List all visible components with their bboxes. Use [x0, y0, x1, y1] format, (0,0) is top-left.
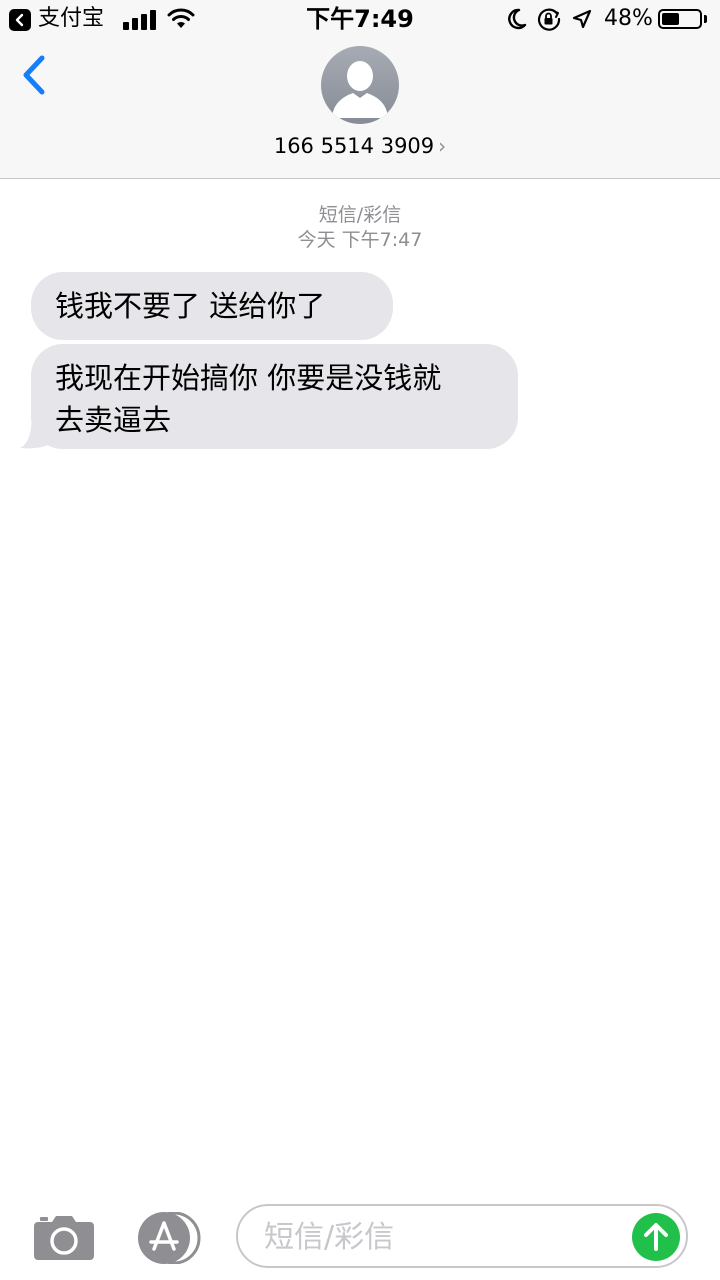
battery-percent: 48%: [604, 6, 653, 31]
message-bubble-1[interactable]: 钱我不要了 送给你了: [31, 272, 393, 340]
composer-bar: [0, 1190, 720, 1280]
back-button[interactable]: [18, 54, 58, 100]
message-text-2-line-2: 去卖逼去: [55, 403, 172, 437]
message-bubble-2[interactable]: 我现在开始搞你 你要是没钱就 去卖逼去: [31, 344, 518, 449]
send-button[interactable]: [632, 1213, 680, 1261]
message-text-2-line-1: 我现在开始搞你 你要是没钱就: [55, 361, 442, 395]
battery-icon: [658, 9, 702, 29]
messages-screen: 支付宝 下午7:49 48% 166 5514 3909 › 短信/彩信 今天 …: [0, 0, 720, 1280]
status-bar: 支付宝 下午7:49 48%: [0, 0, 720, 40]
back-chevron-icon: [23, 55, 45, 95]
message-text-field[interactable]: [262, 1216, 626, 1258]
conversation-header: 166 5514 3909 ›: [0, 40, 720, 179]
message-text-1: 钱我不要了 送给你了: [55, 289, 326, 323]
battery-tip: [704, 15, 707, 23]
location-icon: [572, 9, 592, 29]
message-input[interactable]: [236, 1204, 688, 1268]
camera-icon[interactable]: [32, 1214, 96, 1262]
moon-icon: [508, 8, 527, 30]
contact-number: 166 5514 3909: [273, 134, 435, 158]
message-timestamp: 今天 下午7:47: [297, 229, 423, 251]
orientation-lock-icon: [537, 8, 561, 31]
battery-fill: [662, 13, 679, 25]
service-label: 短信/彩信: [318, 204, 402, 226]
send-arrow-icon: [644, 1223, 668, 1251]
app-store-icon[interactable]: [134, 1212, 206, 1264]
avatar-icon[interactable]: [321, 46, 399, 124]
contact-name[interactable]: 166 5514 3909 ›: [0, 132, 720, 160]
chevron-right-icon: ›: [438, 134, 447, 158]
